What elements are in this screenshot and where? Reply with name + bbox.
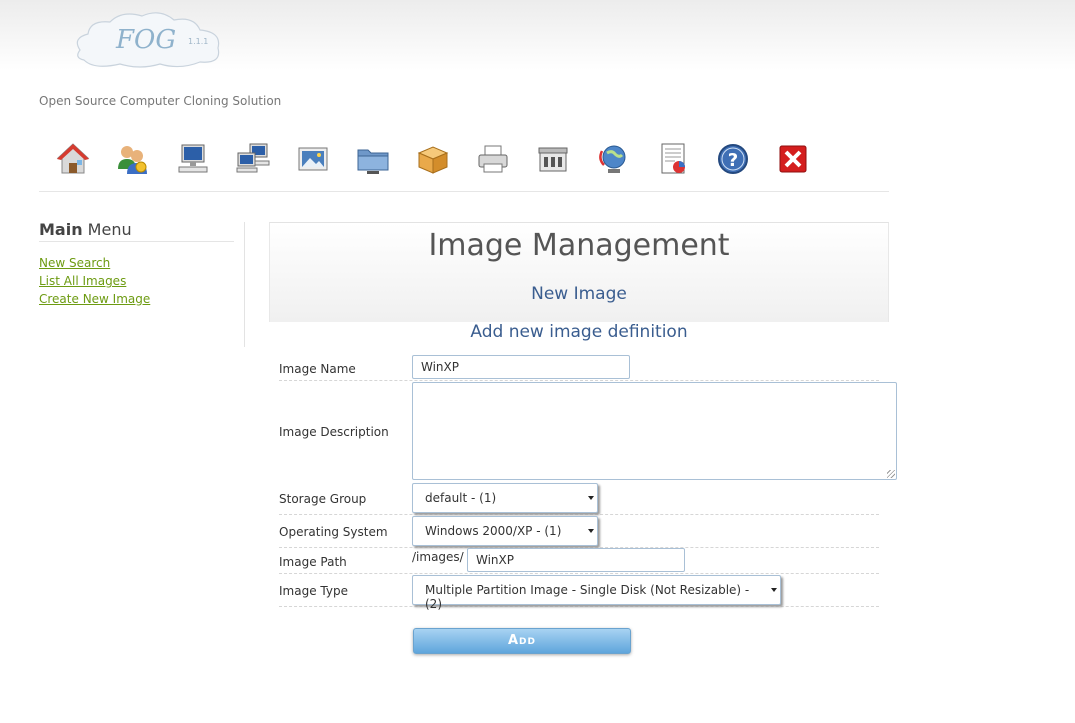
printers-icon[interactable] bbox=[475, 141, 511, 177]
logo-text: FOG bbox=[115, 25, 176, 55]
operating-system-label: Operating System bbox=[279, 525, 388, 539]
nav-divider bbox=[39, 191, 889, 192]
image-path-label: Image Path bbox=[279, 555, 347, 569]
sidebar-link-list-all-images[interactable]: List All Images bbox=[39, 272, 234, 290]
page-subtitle: New Image bbox=[531, 284, 627, 304]
storage-icon[interactable] bbox=[355, 141, 391, 177]
sidebar-divider bbox=[244, 222, 245, 347]
image-description-textarea[interactable] bbox=[412, 382, 897, 480]
groups-icon[interactable] bbox=[235, 141, 271, 177]
host-icon[interactable] bbox=[175, 141, 211, 177]
sidebar-title: Main Menu bbox=[39, 220, 234, 242]
tasks-icon[interactable] bbox=[595, 141, 631, 177]
image-description-label: Image Description bbox=[279, 425, 389, 439]
page-title: Image Management bbox=[428, 228, 730, 263]
sidebar-link-new-search[interactable]: New Search bbox=[39, 254, 234, 272]
operating-system-value: Windows 2000/XP - (1) bbox=[425, 524, 562, 538]
image-type-select[interactable]: Multiple Partition Image - Single Disk (… bbox=[412, 575, 781, 611]
form-title: Add new image definition bbox=[470, 322, 688, 342]
reports-icon[interactable] bbox=[655, 141, 691, 177]
services-icon[interactable] bbox=[535, 141, 571, 177]
svg-text:?: ? bbox=[728, 150, 738, 171]
sidebar-title-rest: Menu bbox=[82, 220, 132, 239]
tagline: Open Source Computer Cloning Solution bbox=[39, 94, 282, 108]
image-type-label: Image Type bbox=[279, 584, 348, 598]
chevron-down-icon bbox=[588, 529, 594, 533]
storage-group-value: default - (1) bbox=[425, 491, 497, 505]
sidebar: Main Menu New Search List All Images Cre… bbox=[39, 220, 234, 308]
home-icon[interactable] bbox=[55, 141, 91, 177]
resize-grip-icon[interactable] bbox=[887, 470, 895, 478]
help-icon[interactable]: ? bbox=[715, 141, 751, 177]
images-icon[interactable] bbox=[295, 141, 331, 177]
fog-logo[interactable]: FOG 1.1.1 bbox=[70, 8, 230, 70]
users-icon[interactable] bbox=[115, 141, 151, 177]
sidebar-title-bold: Main bbox=[39, 220, 83, 239]
operating-system-select[interactable]: Windows 2000/XP - (1) bbox=[412, 516, 598, 546]
image-path-input[interactable] bbox=[467, 548, 685, 572]
snapins-icon[interactable] bbox=[415, 141, 451, 177]
image-name-input[interactable] bbox=[412, 355, 630, 379]
image-name-label: Image Name bbox=[279, 362, 356, 376]
storage-group-select[interactable]: default - (1) bbox=[412, 483, 598, 513]
add-button[interactable]: Add bbox=[413, 628, 631, 654]
image-path-prefix: /images/ bbox=[412, 550, 464, 564]
sidebar-link-create-new-image[interactable]: Create New Image bbox=[39, 290, 234, 308]
logo-version: 1.1.1 bbox=[188, 37, 208, 46]
chevron-down-icon bbox=[588, 496, 594, 500]
logout-icon[interactable] bbox=[775, 141, 811, 177]
storage-group-label: Storage Group bbox=[279, 492, 367, 506]
chevron-down-icon bbox=[771, 588, 777, 592]
